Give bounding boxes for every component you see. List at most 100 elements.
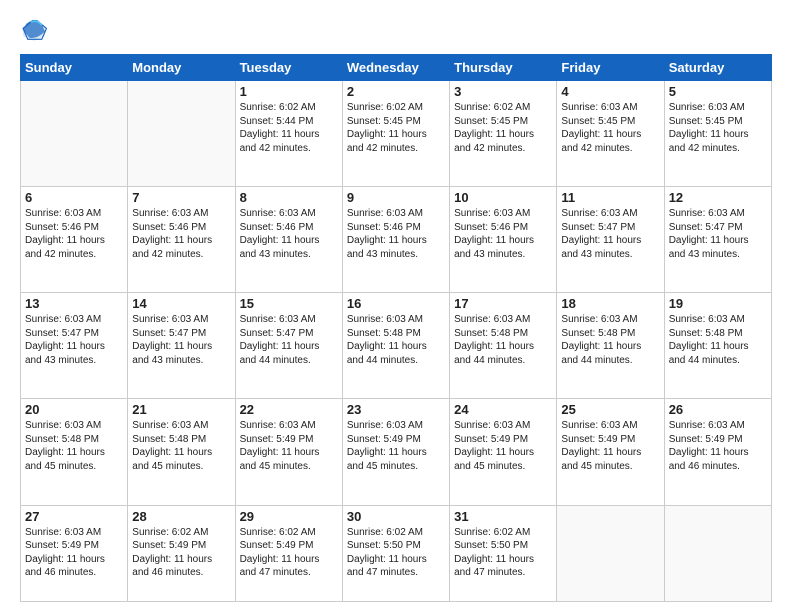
calendar-cell: 28 Sunrise: 6:02 AM Sunset: 5:49 PM Dayli… [128, 505, 235, 602]
calendar-cell: 14 Sunrise: 6:03 AM Sunset: 5:47 PM Dayli… [128, 293, 235, 399]
calendar-cell: 6Sunrise: 6:03 AM Sunset: 5:46 PM Daylig… [21, 187, 128, 293]
cell-info: Sunrise: 6:03 AM Sunset: 5:47 PM Dayligh… [240, 313, 338, 367]
calendar-cell [21, 81, 128, 187]
calendar-cell: 16 Sunrise: 6:03 AM Sunset: 5:48 PM Dayli… [342, 293, 449, 399]
cell-info: Sunrise: 6:03 AM Sunset: 5:47 PM Dayligh… [561, 207, 659, 261]
calendar-day-header: Tuesday [235, 55, 342, 81]
day-number: 11 [561, 190, 659, 205]
day-number: 13 [25, 296, 123, 311]
cell-info: Sunrise: 6:02 AM Sunset: 5:49 PM Dayligh… [132, 526, 230, 580]
cell-info: Sunrise: 6:02 AM Sunset: 5:44 PM Dayligh… [240, 101, 338, 155]
day-number: 2 [347, 84, 445, 99]
cell-info: Sunrise: 6:03 AM Sunset: 5:49 PM Dayligh… [561, 419, 659, 473]
calendar-day-header: Thursday [450, 55, 557, 81]
day-number: 5 [669, 84, 767, 99]
cell-info: Sunrise: 6:03 AM Sunset: 5:47 PM Dayligh… [669, 207, 767, 261]
cell-info: Sunrise: 6:03 AM Sunset: 5:47 PM Dayligh… [132, 313, 230, 367]
calendar-cell: 12 Sunrise: 6:03 AM Sunset: 5:47 PM Dayli… [664, 187, 771, 293]
calendar-cell: 19 Sunrise: 6:03 AM Sunset: 5:48 PM Dayli… [664, 293, 771, 399]
day-number: 16 [347, 296, 445, 311]
day-number: 31 [454, 509, 552, 524]
day-number: 26 [669, 402, 767, 417]
cell-info: Sunrise: 6:03 AM Sunset: 5:49 PM Dayligh… [454, 419, 552, 473]
day-number: 10 [454, 190, 552, 205]
day-number: 4 [561, 84, 659, 99]
calendar-cell: 7 Sunrise: 6:03 AM Sunset: 5:46 PM Daylig… [128, 187, 235, 293]
calendar-cell: 11 Sunrise: 6:03 AM Sunset: 5:47 PM Dayli… [557, 187, 664, 293]
calendar-cell: 21 Sunrise: 6:03 AM Sunset: 5:48 PM Dayli… [128, 399, 235, 505]
calendar-cell: 5Sunrise: 6:03 AM Sunset: 5:45 PM Daylig… [664, 81, 771, 187]
cell-info: Sunrise: 6:03 AM Sunset: 5:48 PM Dayligh… [132, 419, 230, 473]
cell-info: Sunrise: 6:03 AM Sunset: 5:48 PM Dayligh… [669, 313, 767, 367]
cell-info: Sunrise: 6:03 AM Sunset: 5:48 PM Dayligh… [561, 313, 659, 367]
calendar-cell: 15 Sunrise: 6:03 AM Sunset: 5:47 PM Dayli… [235, 293, 342, 399]
day-number: 3 [454, 84, 552, 99]
calendar-cell: 17 Sunrise: 6:03 AM Sunset: 5:48 PM Dayli… [450, 293, 557, 399]
cell-info: Sunrise: 6:03 AM Sunset: 5:49 PM Dayligh… [347, 419, 445, 473]
calendar-cell: 9Sunrise: 6:03 AM Sunset: 5:46 PM Daylig… [342, 187, 449, 293]
day-number: 21 [132, 402, 230, 417]
calendar-table: SundayMondayTuesdayWednesdayThursdayFrid… [20, 54, 772, 602]
calendar-cell: 24 Sunrise: 6:03 AM Sunset: 5:49 PM Dayli… [450, 399, 557, 505]
cell-info: Sunrise: 6:02 AM Sunset: 5:50 PM Dayligh… [454, 526, 552, 580]
day-number: 7 [132, 190, 230, 205]
day-number: 22 [240, 402, 338, 417]
calendar-header-row: SundayMondayTuesdayWednesdayThursdayFrid… [21, 55, 772, 81]
calendar-cell: 25 Sunrise: 6:03 AM Sunset: 5:49 PM Dayli… [557, 399, 664, 505]
cell-info: Sunrise: 6:03 AM Sunset: 5:46 PM Dayligh… [347, 207, 445, 261]
cell-info: Sunrise: 6:03 AM Sunset: 5:45 PM Dayligh… [561, 101, 659, 155]
cell-info: Sunrise: 6:03 AM Sunset: 5:49 PM Dayligh… [25, 526, 123, 580]
calendar-cell: 30Sunrise: 6:02 AM Sunset: 5:50 PM Dayli… [342, 505, 449, 602]
cell-info: Sunrise: 6:02 AM Sunset: 5:45 PM Dayligh… [347, 101, 445, 155]
calendar-cell: 13 Sunrise: 6:03 AM Sunset: 5:47 PM Dayli… [21, 293, 128, 399]
cell-info: Sunrise: 6:03 AM Sunset: 5:46 PM Dayligh… [240, 207, 338, 261]
cell-info: Sunrise: 6:03 AM Sunset: 5:48 PM Dayligh… [454, 313, 552, 367]
day-number: 19 [669, 296, 767, 311]
logo [20, 16, 52, 44]
cell-info: Sunrise: 6:03 AM Sunset: 5:49 PM Dayligh… [240, 419, 338, 473]
calendar-cell [557, 505, 664, 602]
calendar-day-header: Friday [557, 55, 664, 81]
calendar-week-row: 13 Sunrise: 6:03 AM Sunset: 5:47 PM Dayli… [21, 293, 772, 399]
cell-info: Sunrise: 6:03 AM Sunset: 5:48 PM Dayligh… [25, 419, 123, 473]
calendar-week-row: 27Sunrise: 6:03 AM Sunset: 5:49 PM Dayli… [21, 505, 772, 602]
page: SundayMondayTuesdayWednesdayThursdayFrid… [0, 0, 792, 612]
calendar-cell: 27Sunrise: 6:03 AM Sunset: 5:49 PM Dayli… [21, 505, 128, 602]
day-number: 12 [669, 190, 767, 205]
cell-info: Sunrise: 6:03 AM Sunset: 5:48 PM Dayligh… [347, 313, 445, 367]
cell-info: Sunrise: 6:03 AM Sunset: 5:47 PM Dayligh… [25, 313, 123, 367]
day-number: 1 [240, 84, 338, 99]
day-number: 23 [347, 402, 445, 417]
day-number: 24 [454, 402, 552, 417]
calendar-week-row: 1 Sunrise: 6:02 AM Sunset: 5:44 PM Daylig… [21, 81, 772, 187]
day-number: 18 [561, 296, 659, 311]
calendar-week-row: 20Sunrise: 6:03 AM Sunset: 5:48 PM Dayli… [21, 399, 772, 505]
calendar-cell: 18 Sunrise: 6:03 AM Sunset: 5:48 PM Dayli… [557, 293, 664, 399]
calendar-cell: 3Sunrise: 6:02 AM Sunset: 5:45 PM Daylig… [450, 81, 557, 187]
cell-info: Sunrise: 6:02 AM Sunset: 5:50 PM Dayligh… [347, 526, 445, 580]
calendar-cell: 22 Sunrise: 6:03 AM Sunset: 5:49 PM Dayli… [235, 399, 342, 505]
calendar-day-header: Wednesday [342, 55, 449, 81]
calendar-cell: 29Sunrise: 6:02 AM Sunset: 5:49 PM Dayli… [235, 505, 342, 602]
calendar-cell [128, 81, 235, 187]
cell-info: Sunrise: 6:03 AM Sunset: 5:46 PM Dayligh… [25, 207, 123, 261]
day-number: 8 [240, 190, 338, 205]
day-number: 28 [132, 509, 230, 524]
calendar-cell: 4 Sunrise: 6:03 AM Sunset: 5:45 PM Daylig… [557, 81, 664, 187]
cell-info: Sunrise: 6:03 AM Sunset: 5:46 PM Dayligh… [132, 207, 230, 261]
day-number: 14 [132, 296, 230, 311]
day-number: 15 [240, 296, 338, 311]
calendar-day-header: Saturday [664, 55, 771, 81]
calendar-cell: 2 Sunrise: 6:02 AM Sunset: 5:45 PM Daylig… [342, 81, 449, 187]
calendar-cell: 10 Sunrise: 6:03 AM Sunset: 5:46 PM Dayli… [450, 187, 557, 293]
header [20, 16, 772, 44]
day-number: 17 [454, 296, 552, 311]
calendar-cell: 31 Sunrise: 6:02 AM Sunset: 5:50 PM Dayli… [450, 505, 557, 602]
calendar-cell [664, 505, 771, 602]
day-number: 25 [561, 402, 659, 417]
calendar-cell: 8 Sunrise: 6:03 AM Sunset: 5:46 PM Daylig… [235, 187, 342, 293]
cell-info: Sunrise: 6:02 AM Sunset: 5:49 PM Dayligh… [240, 526, 338, 580]
calendar-cell: 1 Sunrise: 6:02 AM Sunset: 5:44 PM Daylig… [235, 81, 342, 187]
calendar-cell: 23 Sunrise: 6:03 AM Sunset: 5:49 PM Dayli… [342, 399, 449, 505]
cell-info: Sunrise: 6:03 AM Sunset: 5:46 PM Dayligh… [454, 207, 552, 261]
